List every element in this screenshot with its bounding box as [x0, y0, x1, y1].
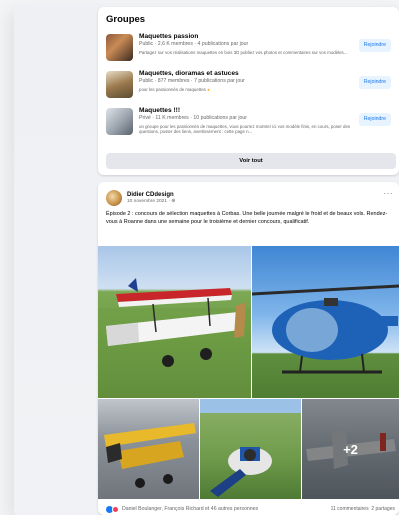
post-text: Épisode 2 : concours de sélection maquet… [106, 211, 388, 225]
more-options-icon[interactable]: ··· [384, 190, 394, 198]
smiley-emoji-icon: ● [207, 87, 210, 92]
group-description: Partagez sur vos réalisations maquettes … [139, 50, 348, 55]
engagement-counts: 11 commentaires 2 partages [331, 506, 395, 512]
reactors-summary[interactable]: Daniel Boulanger, François Richard et 46… [122, 506, 331, 512]
group-meta: Privé · 11 K membres · 10 publications p… [139, 115, 248, 121]
groups-suggestions-card: Groupes Maquettes passion Public · 2,6 K… [98, 7, 399, 175]
biplane-model-icon [98, 278, 251, 398]
post-photo-more[interactable]: +2 [302, 399, 399, 499]
group-meta: Public · 2,6 K membres · 4 publications … [139, 41, 249, 47]
post-photo[interactable] [252, 246, 399, 398]
group-thumbnail[interactable] [106, 108, 133, 135]
group-name[interactable]: Maquettes passion [139, 33, 353, 41]
yellow-plane-model-icon [104, 423, 196, 488]
join-group-button[interactable]: Rejoindre [358, 76, 391, 89]
globe-icon: ⊕ [171, 199, 176, 204]
post-header: Didier CDdesign 10 novembre 2021 · ⊕ [106, 190, 175, 206]
more-photos-count[interactable]: +2 [302, 399, 399, 499]
group-description-text: pour les passionnés de maquettes [139, 87, 206, 92]
group-meta: Public · 877 membres · 7 publications pa… [139, 78, 245, 84]
see-all-groups-button[interactable]: Voir tout [106, 153, 396, 169]
post-engagement-bar: Daniel Boulanger, François Richard et 46… [106, 504, 395, 514]
group-item[interactable]: Maquettes !!! Privé · 11 K membres · 10 … [106, 107, 391, 143]
group-item[interactable]: Maquettes passion Public · 2,6 K membres… [106, 33, 391, 69]
post-author[interactable]: Didier CDdesign [127, 191, 175, 199]
model-detail-icon [200, 399, 301, 497]
post-photo[interactable] [200, 399, 301, 499]
feed-post: Didier CDdesign 10 novembre 2021 · ⊕ ···… [98, 182, 399, 515]
group-description: un groupe pour les passionnés de maquett… [139, 124, 351, 135]
group-thumbnail[interactable] [106, 34, 133, 61]
group-name[interactable]: Maquettes !!! [139, 107, 353, 115]
group-description: pour les passionnés de maquettes ● [139, 87, 353, 92]
group-thumbnail[interactable] [106, 71, 133, 98]
love-reaction-icon[interactable] [112, 505, 119, 513]
helicopter-model-icon [252, 284, 399, 374]
group-item[interactable]: Maquettes, dioramas et astuces Public · … [106, 70, 391, 106]
post-date-line[interactable]: 10 novembre 2021 · ⊕ [127, 199, 175, 205]
post-photo[interactable] [98, 246, 251, 398]
avatar[interactable] [106, 190, 122, 206]
comments-count[interactable]: 11 commentaires [331, 506, 369, 512]
groups-section-title: Groupes [106, 14, 146, 25]
post-photo[interactable] [98, 399, 199, 499]
post-date[interactable]: 10 novembre 2021 [127, 199, 167, 204]
group-name[interactable]: Maquettes, dioramas et astuces [139, 70, 353, 78]
join-group-button[interactable]: Rejoindre [358, 113, 391, 126]
shares-count[interactable]: 2 partages [371, 506, 395, 512]
join-group-button[interactable]: Rejoindre [358, 39, 391, 52]
